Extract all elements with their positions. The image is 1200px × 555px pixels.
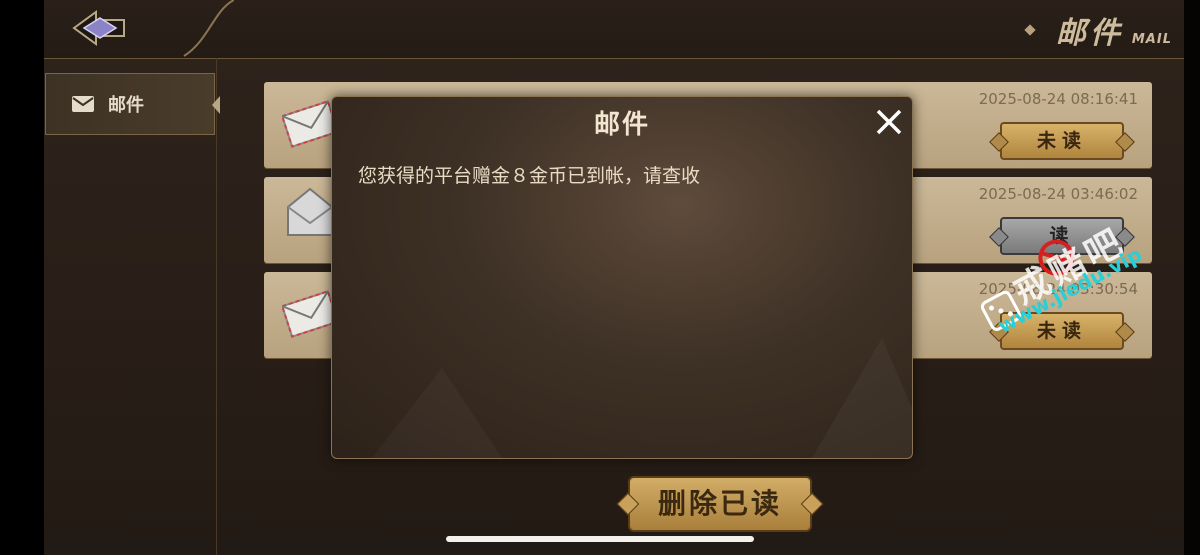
envelope-open-icon <box>287 187 333 236</box>
mail-status-label: 未读 <box>1036 320 1087 342</box>
header-swoosh-decoration <box>183 0 234 57</box>
mail-status-button[interactable]: 读 <box>989 217 1135 255</box>
selected-arrow-icon <box>212 96 220 114</box>
mail-status-label: 读 <box>1049 225 1075 247</box>
mail-time: 2025-08-24 03:46:02 <box>978 185 1138 203</box>
mail-screen: 邮件 MAIL 邮件 2025-08-24 08:16:41 未读 2025-0… <box>44 0 1184 555</box>
dialog-header: 邮件 <box>332 97 912 153</box>
mail-time: 2025-08-24 03:30:54 <box>978 280 1138 298</box>
mail-detail-dialog: 邮件 您获得的平台赠金８金币已到帐，请查收 <box>331 96 913 459</box>
mail-time: 2025-08-24 08:16:41 <box>978 90 1138 108</box>
sidebar-item-mail[interactable]: 邮件 <box>45 73 220 135</box>
envelope-closed-icon <box>282 100 338 148</box>
dialog-message: 您获得的平台赠金８金币已到帐，请查收 <box>358 165 701 187</box>
sidebar: 邮件 <box>44 58 220 555</box>
page-title-en: MAIL <box>1131 31 1172 47</box>
dialog-title: 邮件 <box>593 110 650 140</box>
page-title: 邮件 <box>1055 16 1124 51</box>
mail-icon <box>72 96 94 112</box>
title-diamond-icon <box>1024 24 1036 36</box>
close-icon[interactable] <box>874 107 904 137</box>
delete-read-button[interactable]: 删除已读 <box>616 474 824 534</box>
delete-read-label: 删除已读 <box>657 487 782 520</box>
envelope-closed-icon <box>282 290 338 338</box>
dialog-bg-decoration <box>812 338 912 458</box>
top-bar: 邮件 MAIL <box>44 0 1184 59</box>
left-safe-area <box>0 0 44 555</box>
mail-status-button[interactable]: 未读 <box>989 312 1135 350</box>
mail-status-button[interactable]: 未读 <box>989 122 1135 160</box>
sidebar-item-label: 邮件 <box>108 95 144 116</box>
right-safe-area <box>1184 0 1200 555</box>
header-title-group: 邮件 MAIL <box>1024 8 1172 52</box>
mail-status-label: 未读 <box>1036 130 1087 152</box>
home-indicator[interactable] <box>446 536 754 542</box>
